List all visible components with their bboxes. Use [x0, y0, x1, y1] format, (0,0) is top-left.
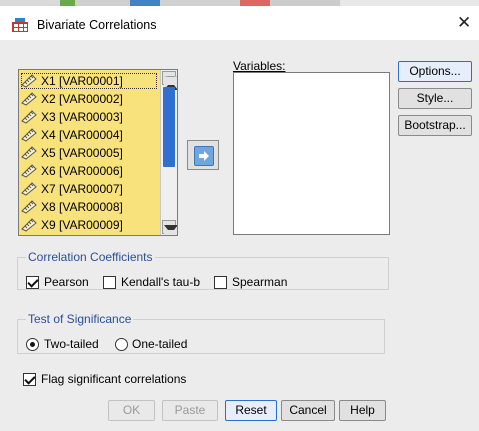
ruler-icon [21, 74, 37, 88]
two-tailed-radio[interactable] [26, 338, 39, 351]
one-tailed-radio[interactable] [115, 338, 128, 351]
source-list-item-label: X5 [VAR00005] [41, 146, 123, 160]
source-list-item[interactable]: X5 [VAR00005] [21, 145, 157, 161]
scroll-thumb[interactable] [163, 87, 175, 167]
scroll-up-arrow-icon[interactable] [162, 71, 177, 90]
ruler-icon [21, 164, 37, 178]
pearson-checkbox[interactable] [26, 276, 39, 289]
spearman-checkbox[interactable] [214, 276, 227, 289]
window-title: Bivariate Correlations [37, 18, 157, 32]
ruler-icon [21, 200, 37, 214]
spearman-label: Spearman [232, 275, 288, 289]
ruler-icon [21, 110, 37, 124]
source-list-item[interactable]: X6 [VAR00006] [21, 163, 157, 179]
background-window-strip [0, 0, 479, 6]
source-list-item-label: X3 [VAR00003] [41, 110, 123, 124]
options-button[interactable]: Options... [398, 61, 472, 82]
scroll-down-arrow-icon[interactable] [162, 220, 177, 235]
source-variable-list[interactable]: X1 [VAR00001] X2 [VAR00002] X3 [VAR00003] X… [18, 69, 178, 236]
source-list-item[interactable]: X2 [VAR00002] [21, 91, 157, 107]
help-button[interactable]: Help [339, 400, 386, 421]
flag-significant-label: Flag significant correlations [41, 372, 187, 386]
ruler-icon [21, 128, 37, 142]
source-list-item[interactable]: X7 [VAR00007] [21, 181, 157, 197]
source-list-item[interactable]: X4 [VAR00004] [21, 127, 157, 143]
close-icon[interactable]: ✕ [457, 13, 471, 33]
arrow-right-icon [194, 146, 214, 166]
kendall-label: Kendall's tau-b [121, 275, 201, 289]
ruler-icon [21, 218, 37, 232]
flag-significant-checkbox[interactable] [23, 373, 36, 386]
variables-list[interactable] [233, 72, 390, 235]
source-list-item-label: X8 [VAR00008] [41, 200, 123, 214]
spss-app-icon [11, 17, 29, 33]
kendall-checkbox[interactable] [103, 276, 116, 289]
source-list-item[interactable]: X9 [VAR00009] [21, 217, 157, 233]
test-of-significance-legend: Test of Significance [28, 312, 132, 326]
variables-label: Variables: [233, 59, 286, 73]
source-list-scrollbar[interactable] [160, 70, 177, 235]
source-list-item-label: X1 [VAR00001] [41, 74, 123, 88]
correlation-coefficients-legend: Correlation Coefficients [28, 250, 153, 264]
source-list-item[interactable]: X3 [VAR00003] [21, 109, 157, 125]
style-button[interactable]: Style... [398, 88, 472, 109]
paste-button[interactable]: Paste [162, 400, 218, 421]
one-tailed-label: One-tailed [132, 337, 188, 351]
source-list-item-label: X2 [VAR00002] [41, 92, 123, 106]
cancel-button[interactable]: Cancel [281, 400, 335, 421]
source-list-item[interactable]: X8 [VAR00008] [21, 199, 157, 215]
source-list-item-label: X6 [VAR00006] [41, 164, 123, 178]
ruler-icon [21, 146, 37, 160]
ok-button[interactable]: OK [108, 400, 155, 421]
move-to-variables-button[interactable] [187, 140, 219, 170]
bootstrap-button[interactable]: Bootstrap... [398, 115, 472, 136]
ruler-icon [21, 182, 37, 196]
reset-button[interactable]: Reset [225, 400, 277, 421]
ruler-icon [21, 92, 37, 106]
two-tailed-label: Two-tailed [44, 337, 99, 351]
source-list-item-label: X9 [VAR00009] [41, 218, 123, 232]
source-list-item-label: X7 [VAR00007] [41, 182, 123, 196]
source-list-item-label: X4 [VAR00004] [41, 128, 123, 142]
source-list-item[interactable]: X1 [VAR00001] [21, 73, 157, 89]
pearson-label: Pearson [44, 275, 89, 289]
